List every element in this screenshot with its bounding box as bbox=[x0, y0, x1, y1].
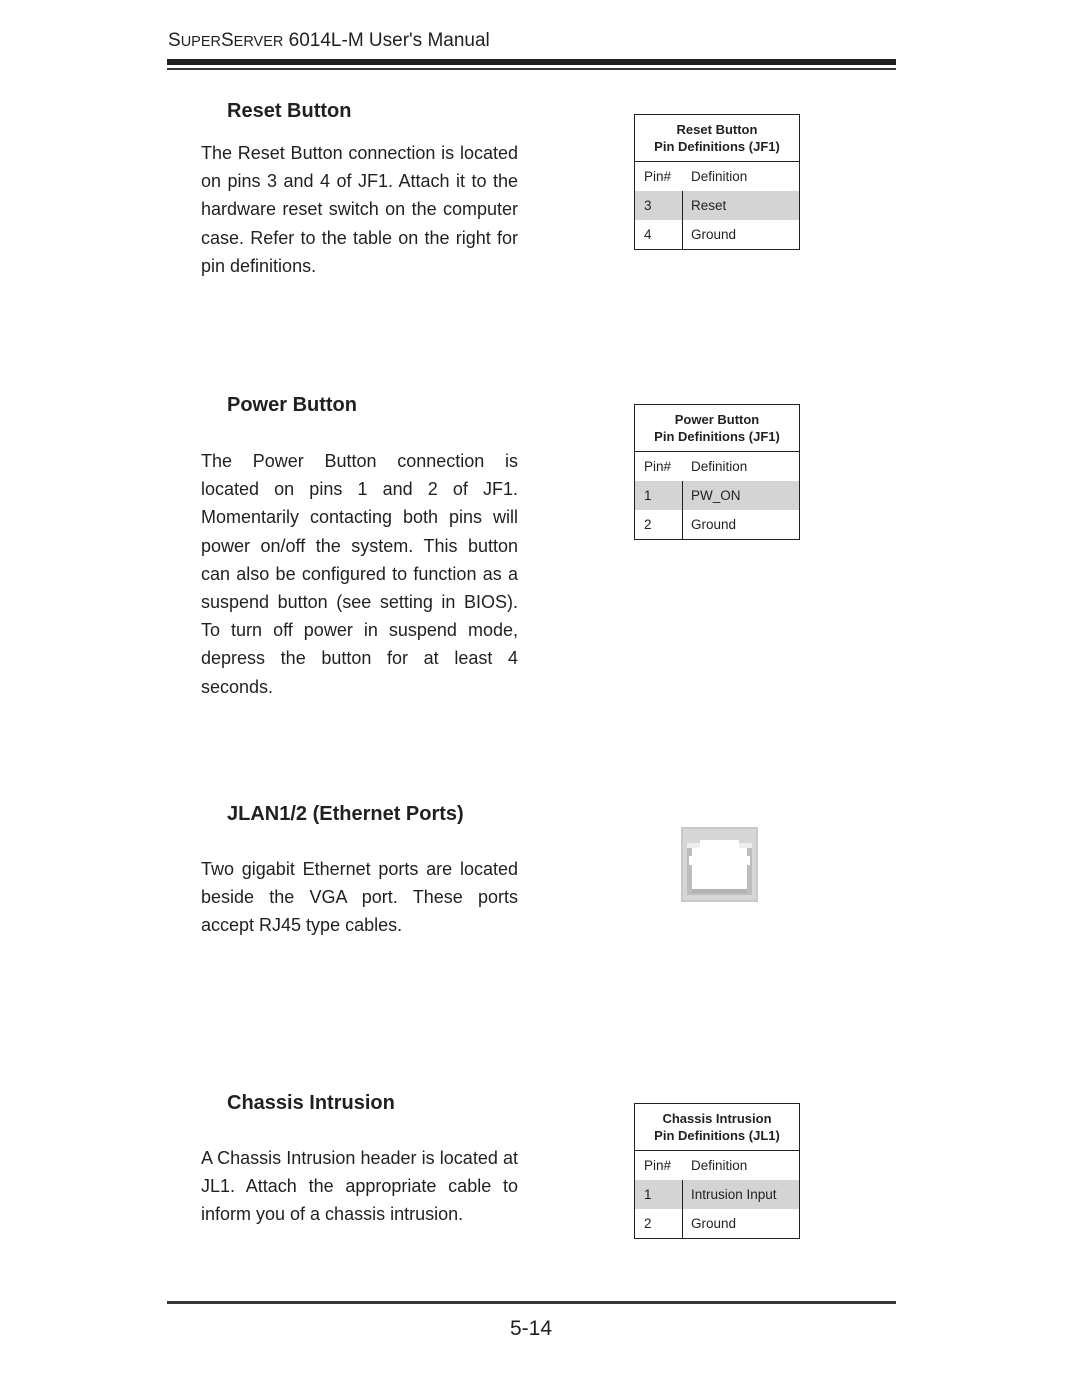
page-number: 5-14 bbox=[509, 1317, 553, 1340]
title-part: S bbox=[168, 30, 181, 51]
pin-table-power-button: Power Button Pin Definitions (JF1) Pin# … bbox=[634, 404, 800, 540]
footer-rule bbox=[167, 1301, 896, 1304]
cell-definition: PW_ON bbox=[682, 481, 799, 510]
column-header-definition: Definition bbox=[691, 169, 748, 184]
section-body-chassis-intrusion: A Chassis Intrusion header is located at… bbox=[201, 1148, 518, 1225]
table-row: 1 Intrusion Input bbox=[635, 1180, 799, 1209]
cell-definition: Reset bbox=[682, 191, 799, 220]
cell-definition: Ground bbox=[682, 220, 799, 249]
table-title: Reset Button Pin Definitions (JF1) bbox=[635, 115, 799, 162]
section-heading-chassis-intrusion: Chassis Intrusion bbox=[227, 1092, 395, 1114]
cell-definition: Ground bbox=[682, 1209, 799, 1238]
table-row: 4 Ground bbox=[635, 220, 799, 249]
section-heading-ethernet-ports: JLAN1/2 (Ethernet Ports) bbox=[227, 803, 464, 825]
title-part: UPER bbox=[180, 34, 221, 50]
section-body-ethernet-ports: Two gigabit Ethernet ports are located b… bbox=[201, 859, 518, 936]
table-title: Chassis Intrusion Pin Definitions (JL1) bbox=[635, 1104, 799, 1151]
table-title-line: Pin Definitions (JF1) bbox=[654, 139, 780, 154]
section-heading-reset-button: Reset Button bbox=[227, 100, 352, 122]
table-header-row: Pin# Definition bbox=[635, 162, 799, 191]
table-row: 2 Ground bbox=[635, 1209, 799, 1238]
cell-pin: 3 bbox=[644, 198, 652, 213]
title-part: S bbox=[220, 30, 234, 51]
column-header-definition: Definition bbox=[691, 1158, 748, 1173]
section-body-power-button: The Power Button connection is located o… bbox=[201, 451, 518, 697]
header-rule-thin bbox=[167, 68, 896, 70]
table-row: 1 PW_ON bbox=[635, 481, 799, 510]
column-header-pin: Pin# bbox=[644, 1158, 672, 1173]
section-heading-power-button: Power Button bbox=[227, 394, 357, 416]
table-title-line: Power Button bbox=[674, 412, 760, 427]
table-row: 2 Ground bbox=[635, 510, 799, 539]
pin-table-chassis-intrusion: Chassis Intrusion Pin Definitions (JL1) … bbox=[634, 1103, 800, 1239]
cell-pin: 2 bbox=[644, 517, 652, 532]
cell-definition: Intrusion Input bbox=[682, 1180, 799, 1209]
table-title-line: Reset Button bbox=[676, 122, 758, 137]
cell-pin: 1 bbox=[644, 488, 652, 503]
title-part: 6014L-M User's Manual bbox=[283, 30, 490, 51]
column-header-definition: Definition bbox=[691, 459, 748, 474]
cell-definition: Ground bbox=[682, 510, 799, 539]
column-header-pin: Pin# bbox=[644, 169, 672, 184]
table-row: 3 Reset bbox=[635, 191, 799, 220]
ethernet-port-icon bbox=[681, 827, 758, 902]
cell-pin: 2 bbox=[644, 1216, 652, 1231]
cell-pin: 4 bbox=[644, 227, 652, 242]
table-header-row: Pin# Definition bbox=[635, 452, 799, 481]
table-title-line: Pin Definitions (JL1) bbox=[654, 1128, 780, 1143]
table-title-line: Pin Definitions (JF1) bbox=[654, 429, 780, 444]
table-header-row: Pin# Definition bbox=[635, 1151, 799, 1180]
table-title-line: Chassis Intrusion bbox=[662, 1111, 772, 1126]
header-rule-thick bbox=[167, 59, 896, 65]
manual-title: SUPERSERVER 6014L-M User's Manual bbox=[168, 30, 490, 52]
table-title: Power Button Pin Definitions (JF1) bbox=[635, 405, 799, 452]
cell-pin: 1 bbox=[644, 1187, 652, 1202]
title-part: ERVER bbox=[233, 34, 284, 50]
pin-table-reset-button: Reset Button Pin Definitions (JF1) Pin# … bbox=[634, 114, 800, 250]
section-body-reset-button: The Reset Button connection is located o… bbox=[201, 143, 518, 276]
column-header-pin: Pin# bbox=[644, 459, 672, 474]
